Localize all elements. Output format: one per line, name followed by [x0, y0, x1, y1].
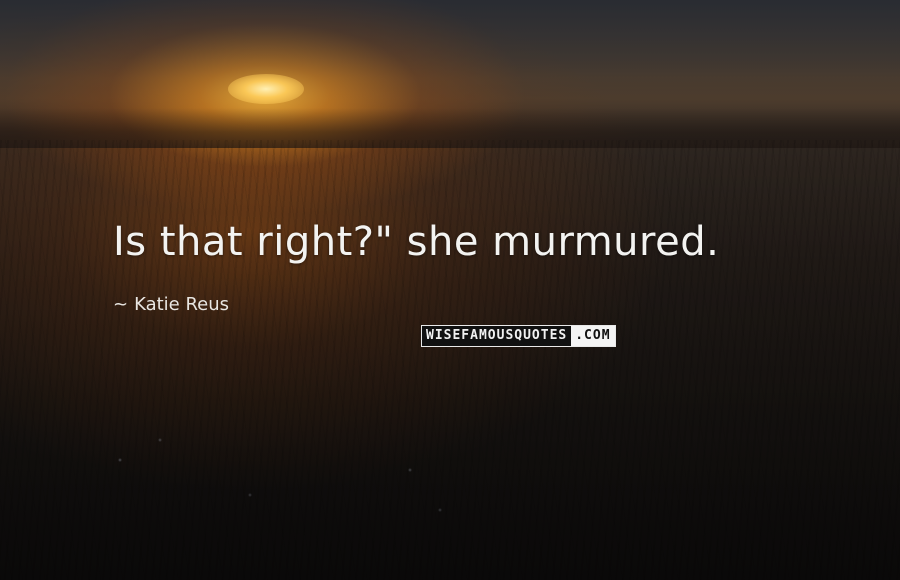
site-logo-main: WISEFAMOUSQUOTES [422, 326, 572, 346]
author-dash: ~ [113, 294, 129, 315]
author-attribution: ~ Katie Reus [113, 296, 229, 314]
quote-text: Is that right?" she murmured. [113, 219, 720, 265]
quote-card: Is that right?" she murmured. ~ Katie Re… [0, 0, 900, 580]
author-name: Katie Reus [134, 294, 230, 315]
site-logo: WISEFAMOUSQUOTES .COM [421, 325, 616, 347]
sun-glow [228, 74, 304, 104]
wildflowers-background [0, 400, 900, 580]
site-logo-tail: .COM [571, 326, 615, 346]
